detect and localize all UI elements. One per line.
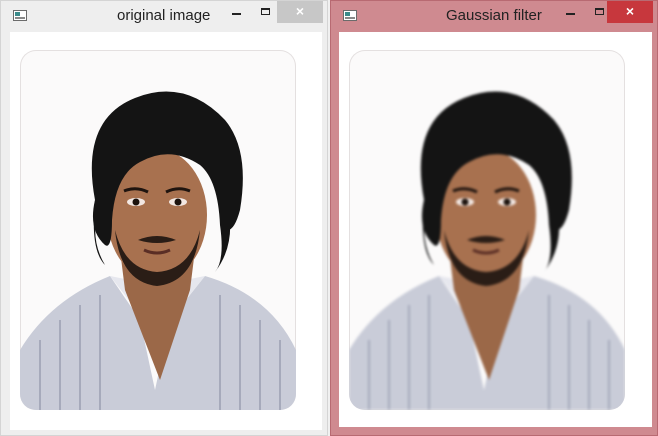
- minimize-icon: [566, 13, 575, 15]
- title-bar[interactable]: Gaussian filter ×: [331, 1, 657, 31]
- window-icon: [343, 10, 357, 21]
- title-bar[interactable]: original image ×: [1, 1, 327, 31]
- close-button[interactable]: ×: [277, 1, 323, 23]
- portrait-illustration: [20, 91, 296, 410]
- window-title: original image: [117, 7, 211, 24]
- maximize-button[interactable]: [252, 1, 280, 23]
- minimize-button[interactable]: [557, 1, 585, 23]
- window-title: Gaussian filter: [446, 7, 542, 24]
- window-icon: [13, 10, 27, 21]
- maximize-icon: [261, 8, 270, 15]
- minimize-icon: [232, 13, 241, 15]
- window-original-image[interactable]: original image ×: [0, 0, 328, 436]
- portrait-photo-blurred: [349, 50, 625, 410]
- maximize-icon: [595, 8, 604, 15]
- portrait-illustration-blurred: [349, 91, 625, 410]
- portrait-photo: [20, 50, 296, 410]
- close-icon: ×: [625, 3, 635, 19]
- window-gaussian-filter[interactable]: Gaussian filter ×: [330, 0, 658, 436]
- minimize-button[interactable]: [223, 1, 251, 23]
- close-icon: ×: [295, 3, 305, 19]
- close-button[interactable]: ×: [607, 1, 653, 23]
- image-canvas: [339, 32, 652, 427]
- image-canvas: [10, 32, 322, 430]
